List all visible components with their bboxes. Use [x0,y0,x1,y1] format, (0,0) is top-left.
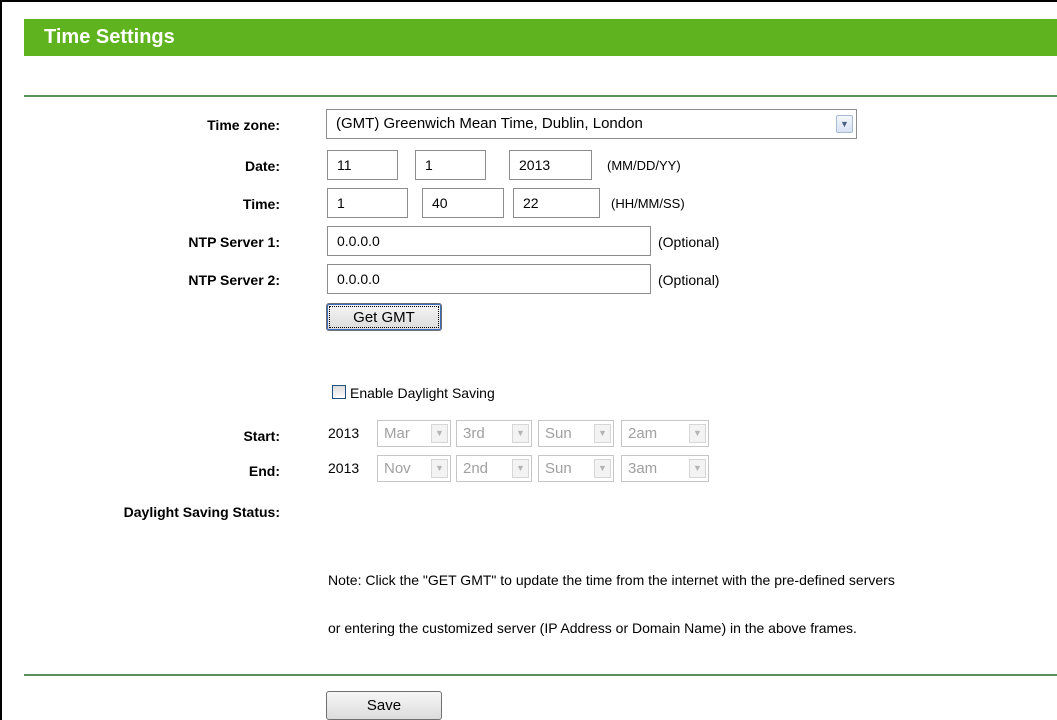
dst-start-hour-value: 2am [628,425,658,442]
dst-start-day-select[interactable]: Sun ▼ [538,420,614,447]
chevron-down-icon[interactable]: ▼ [431,459,448,478]
chevron-down-icon[interactable]: ▼ [689,424,706,443]
ntp-server-2-label: NTP Server 2: [188,272,280,288]
chevron-down-icon[interactable]: ▼ [431,424,448,443]
time-zone-select[interactable]: (GMT) Greenwich Mean Time, Dublin, Londo… [326,109,857,139]
time-hour-input[interactable] [327,188,408,218]
date-year-input[interactable] [509,150,592,180]
time-format-hint: (HH/MM/SS) [611,196,685,211]
chevron-down-icon[interactable]: ▼ [689,459,706,478]
get-gmt-button[interactable]: Get GMT [326,303,442,331]
date-label: Date: [244,158,280,174]
ntp-server-2-input[interactable] [327,264,651,294]
dst-end-day-select[interactable]: Sun ▼ [538,455,614,482]
time-label: Time: [242,196,280,212]
bottom-divider [24,674,1057,676]
dst-status-label: Daylight Saving Status: [123,504,280,520]
dst-end-label: End: [248,463,280,479]
dst-start-row: 2013 Mar ▼ 3rd ▼ Sun ▼ 2am ▼ [328,420,728,447]
ntp-server-1-input[interactable] [327,226,651,256]
time-second-input[interactable] [513,188,600,218]
ntp-server-2-hint: (Optional) [658,272,720,288]
dst-end-day-value: Sun [545,460,572,477]
chevron-down-icon[interactable]: ▼ [512,459,529,478]
enable-daylight-saving-label[interactable]: Enable Daylight Saving [350,385,495,401]
top-divider [24,95,1057,97]
dst-end-year: 2013 [328,460,360,476]
chevron-down-icon[interactable]: ▼ [594,459,611,478]
dst-start-day-value: Sun [545,425,572,442]
dst-end-hour-select[interactable]: 3am ▼ [621,455,709,482]
time-minute-input[interactable] [422,188,504,218]
page-title-bar: Time Settings [24,19,1057,56]
chevron-down-icon[interactable]: ▼ [836,115,853,133]
page-border-left [0,0,2,720]
page-border-top [0,0,1057,2]
dst-start-label: Start: [243,428,280,444]
dst-start-month-value: Mar [384,425,410,442]
dst-end-row: 2013 Nov ▼ 2nd ▼ Sun ▼ 3am ▼ [328,455,728,482]
date-month-input[interactable] [327,150,398,180]
date-format-hint: (MM/DD/YY) [607,158,681,173]
dst-start-month-select[interactable]: Mar ▼ [377,420,451,447]
dst-end-month-value: Nov [384,460,411,477]
time-zone-value: (GMT) Greenwich Mean Time, Dublin, Londo… [336,115,643,132]
chevron-down-icon[interactable]: ▼ [512,424,529,443]
dst-end-hour-value: 3am [628,460,658,477]
dst-start-hour-select[interactable]: 2am ▼ [621,420,709,447]
enable-daylight-saving-checkbox[interactable] [332,385,346,399]
page-title: Time Settings [44,26,175,48]
dst-start-week-select[interactable]: 3rd ▼ [456,420,532,447]
ntp-server-1-label: NTP Server 1: [188,234,280,250]
note-line-2: or entering the customized server (IP Ad… [328,620,857,636]
dst-end-week-value: 2nd [463,460,489,477]
chevron-down-icon[interactable]: ▼ [594,424,611,443]
dst-end-month-select[interactable]: Nov ▼ [377,455,451,482]
dst-end-week-select[interactable]: 2nd ▼ [456,455,532,482]
save-button[interactable]: Save [326,691,442,720]
dst-start-year: 2013 [328,425,360,441]
dst-start-week-value: 3rd [463,425,485,442]
time-zone-label: Time zone: [207,117,280,133]
date-day-input[interactable] [415,150,486,180]
note-line-1: Note: Click the "GET GMT" to update the … [328,572,895,588]
ntp-server-1-hint: (Optional) [658,234,720,250]
